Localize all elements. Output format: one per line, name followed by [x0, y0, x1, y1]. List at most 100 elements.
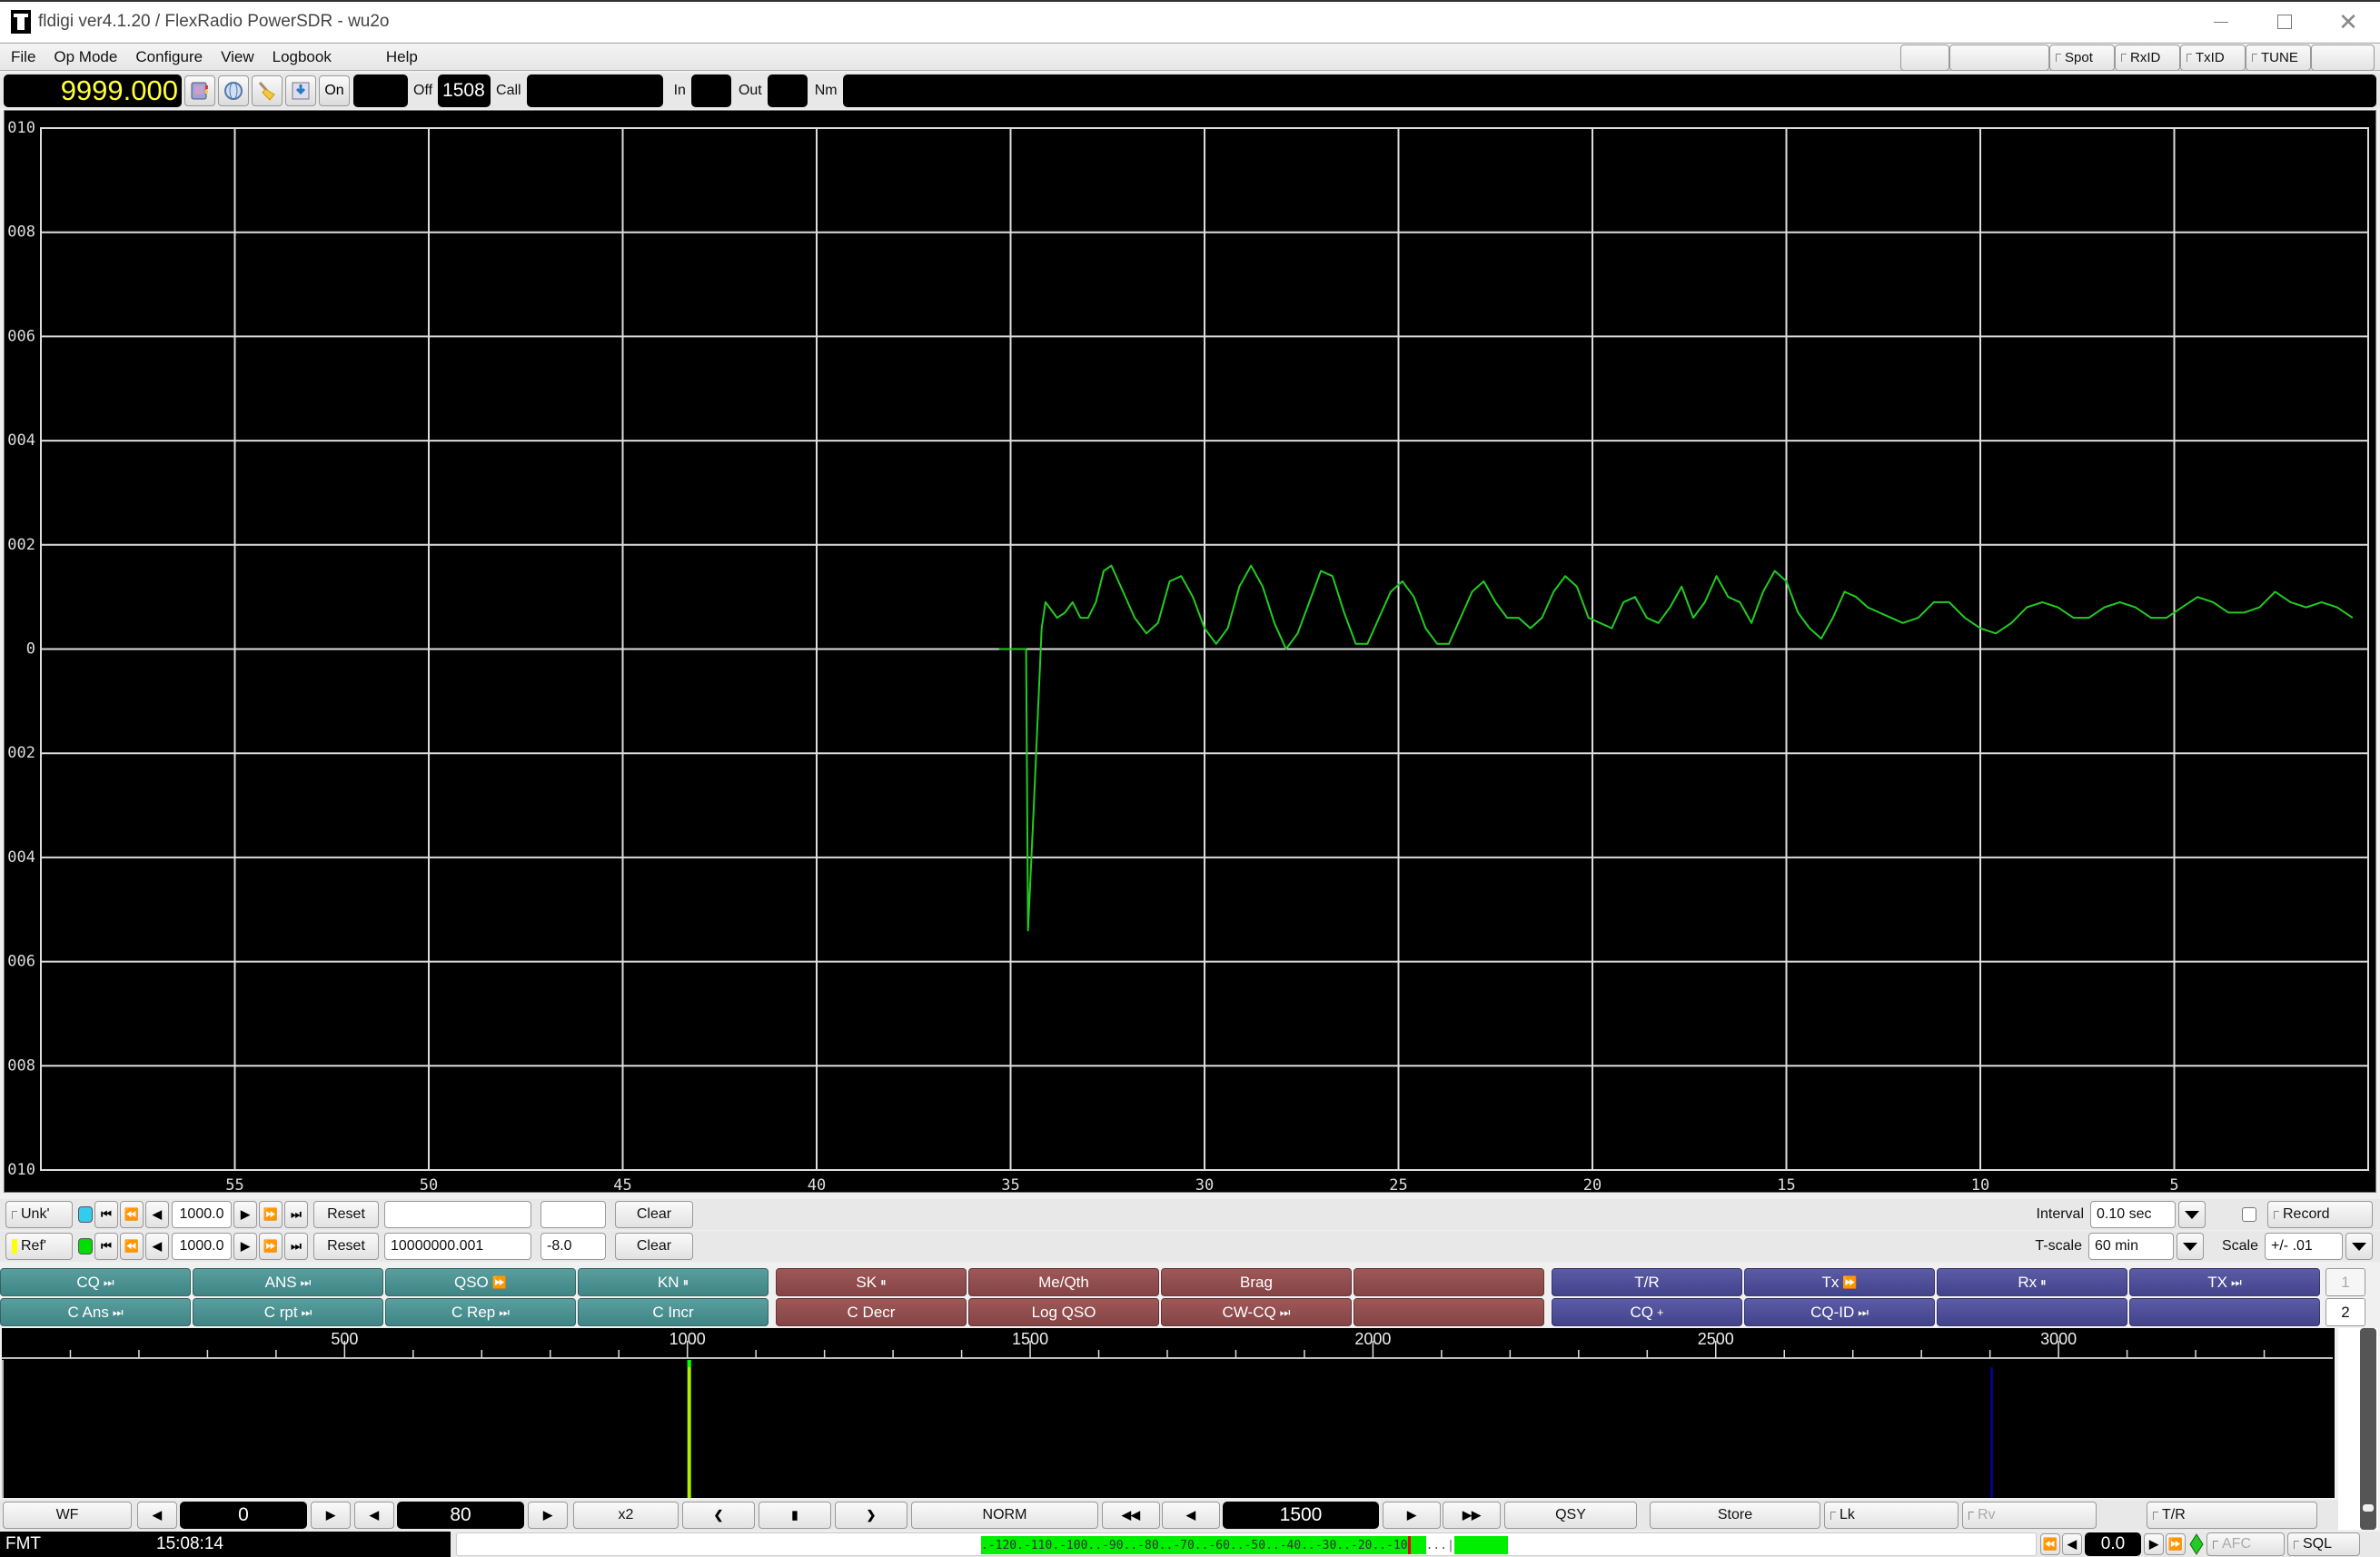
range-decrease-button[interactable]: ◀ [354, 1502, 394, 1529]
macro-button-empty[interactable] [1354, 1298, 1544, 1326]
afc-decrease-button[interactable]: ◀ [2062, 1533, 2082, 1555]
lock-toggle[interactable]: Lk [1824, 1502, 1959, 1529]
interval-dropdown-arrow[interactable] [2178, 1201, 2206, 1228]
afc-fast-decrease-button[interactable]: ⏪ [2040, 1533, 2060, 1555]
minimize-button[interactable] [2189, 2, 2253, 42]
menu-view[interactable]: View [212, 48, 263, 66]
unk-offset-field[interactable] [540, 1201, 606, 1228]
ref-step-input[interactable]: 1000.0 [172, 1233, 232, 1260]
afc-fast-increase-button[interactable]: ⏩ [2166, 1533, 2186, 1555]
macro-button-me-qth[interactable]: Me/Qth [968, 1268, 1159, 1296]
menu-help[interactable]: Help [377, 48, 427, 66]
macro-button-c-decr[interactable]: C Decr [776, 1298, 967, 1326]
menu-op-mode[interactable]: Op Mode [45, 48, 126, 66]
rxid-toggle[interactable]: RxID [2115, 45, 2180, 71]
ref-clear-button[interactable]: Clear [615, 1233, 693, 1260]
speed-mode-button[interactable]: NORM [911, 1502, 1098, 1529]
macro-button-empty[interactable] [2129, 1298, 2320, 1326]
waterfall-display[interactable] [2, 1360, 2335, 1498]
wf-mode-button[interactable]: WF [3, 1502, 132, 1529]
macro-button-brag[interactable]: Brag [1161, 1268, 1352, 1296]
ref-offset-field[interactable]: -8.0 [540, 1233, 606, 1260]
unk-fast-forward-button[interactable]: ⏩ [259, 1201, 283, 1228]
broom-icon-button[interactable] [252, 75, 283, 106]
carrier-frequency-display[interactable]: 1500 [1223, 1502, 1379, 1529]
ref-first-button[interactable]: ⏮ [94, 1233, 118, 1260]
range-increase-button[interactable]: ▶ [528, 1502, 568, 1529]
unk-step-input[interactable]: 1000.0 [172, 1201, 232, 1228]
macro-button-tx[interactable]: Tx ⏩ [1744, 1268, 1935, 1296]
scale-dropdown-arrow[interactable] [2345, 1233, 2373, 1260]
afc-increase-button[interactable]: ▶ [2144, 1533, 2164, 1555]
tscale-dropdown-arrow[interactable] [2176, 1233, 2204, 1260]
unk-reset-button[interactable]: Reset [313, 1201, 379, 1228]
carrier-fast-decrease-button[interactable]: ◀◀ [1102, 1502, 1160, 1529]
unk-last-button[interactable]: ⏭ [284, 1201, 308, 1228]
scroll-right-button[interactable]: ❯ [835, 1502, 907, 1529]
close-button[interactable]: ✕ [2316, 2, 2380, 42]
ref-fast-back-button[interactable]: ⏪ [120, 1233, 144, 1260]
time-off-field[interactable]: 1508 [438, 74, 491, 107]
tuning-offset-display[interactable]: 0.0 [2085, 1532, 2141, 1556]
macro-button-cq[interactable]: CQ ⏭ [0, 1268, 191, 1296]
logbook-icon-button[interactable] [184, 75, 215, 106]
macro-button-c-ans[interactable]: C Ans ⏭ [0, 1298, 191, 1326]
unk-forward-button[interactable]: ▶ [233, 1201, 257, 1228]
save-icon-button[interactable] [285, 75, 316, 106]
menu-logbook[interactable]: Logbook [263, 48, 341, 66]
ref-fast-forward-button[interactable]: ⏩ [259, 1233, 283, 1260]
ref-back-button[interactable]: ◀ [145, 1233, 169, 1260]
menu-configure[interactable]: Configure [126, 48, 212, 66]
macro-button-cq[interactable]: CQ + [1552, 1298, 1742, 1326]
rst-in-field[interactable] [690, 74, 731, 107]
tr-toggle[interactable]: T/R [2147, 1502, 2317, 1529]
macro-button-log-qso[interactable]: Log QSO [968, 1298, 1159, 1326]
zoom-button[interactable]: x2 [573, 1502, 679, 1529]
ref-value-field[interactable]: 10000000.001 [384, 1233, 531, 1260]
globe-icon-button[interactable] [218, 75, 249, 106]
macro-button-rx[interactable]: Rx ⏸ [1937, 1268, 2127, 1296]
macro-button-ans[interactable]: ANS ⏭ [193, 1268, 383, 1296]
carrier-decrease-button[interactable]: ◀ [1162, 1502, 1220, 1529]
macro-button-c-rep[interactable]: C Rep ⏭ [385, 1298, 576, 1326]
frequency-display[interactable]: 9999.000 [4, 74, 182, 107]
offset-increase-button[interactable]: ▶ [311, 1502, 351, 1529]
record-checkbox[interactable] [2242, 1207, 2256, 1222]
tune-toggle[interactable]: TUNE [2246, 45, 2311, 71]
store-button[interactable]: Store [1650, 1502, 1820, 1529]
macro-button-cq-id[interactable]: CQ-ID ⏭ [1744, 1298, 1935, 1326]
unk-clear-button[interactable]: Clear [615, 1201, 693, 1228]
reverse-toggle[interactable]: Rv [1962, 1502, 2097, 1529]
record-toggle[interactable]: Record [2267, 1201, 2373, 1228]
qsy-button[interactable]: QSY [1504, 1502, 1637, 1529]
unk-fast-back-button[interactable]: ⏪ [120, 1201, 144, 1228]
unk-back-button[interactable]: ◀ [145, 1201, 169, 1228]
macro-set-selector-2[interactable]: 2 [2325, 1298, 2365, 1326]
ref-last-button[interactable]: ⏭ [284, 1233, 308, 1260]
ref-reset-button[interactable]: Reset [313, 1233, 379, 1260]
spot-toggle[interactable]: Spot [2049, 45, 2115, 71]
macro-set-selector-1[interactable]: 1 [2325, 1268, 2365, 1296]
call-field[interactable] [526, 74, 663, 107]
macro-button-kn[interactable]: KN ⏸ [578, 1268, 769, 1296]
offset-decrease-button[interactable]: ◀ [137, 1502, 177, 1529]
offset-value-display[interactable]: 0 [180, 1502, 307, 1529]
macro-button-t-r[interactable]: T/R [1552, 1268, 1742, 1296]
carrier-increase-button[interactable]: ▶ [1383, 1502, 1441, 1529]
menu-file[interactable]: File [0, 48, 45, 66]
ref-toggle[interactable]: Ref' [5, 1233, 73, 1260]
macro-button-c-rpt[interactable]: C rpt ⏭ [193, 1298, 383, 1326]
macro-button-empty[interactable] [1937, 1298, 2127, 1326]
name-field[interactable] [842, 74, 2376, 107]
scale-select[interactable]: +/- .01 [2265, 1233, 2343, 1260]
unk-first-button[interactable]: ⏮ [94, 1201, 118, 1228]
waterfall-scrollbar[interactable] [2338, 1328, 2378, 1530]
interval-select[interactable]: 0.10 sec [2090, 1201, 2176, 1228]
macro-button-tx[interactable]: TX ⏭ [2129, 1268, 2320, 1296]
rst-out-field[interactable] [767, 74, 808, 107]
macro-button-qso[interactable]: QSO ⏩ [385, 1268, 576, 1296]
carrier-fast-increase-button[interactable]: ▶▶ [1443, 1502, 1501, 1529]
macro-button-sk[interactable]: SK ⏸ [776, 1268, 967, 1296]
maximize-button[interactable] [2253, 2, 2316, 42]
pause-button[interactable]: ▮ [759, 1502, 831, 1529]
